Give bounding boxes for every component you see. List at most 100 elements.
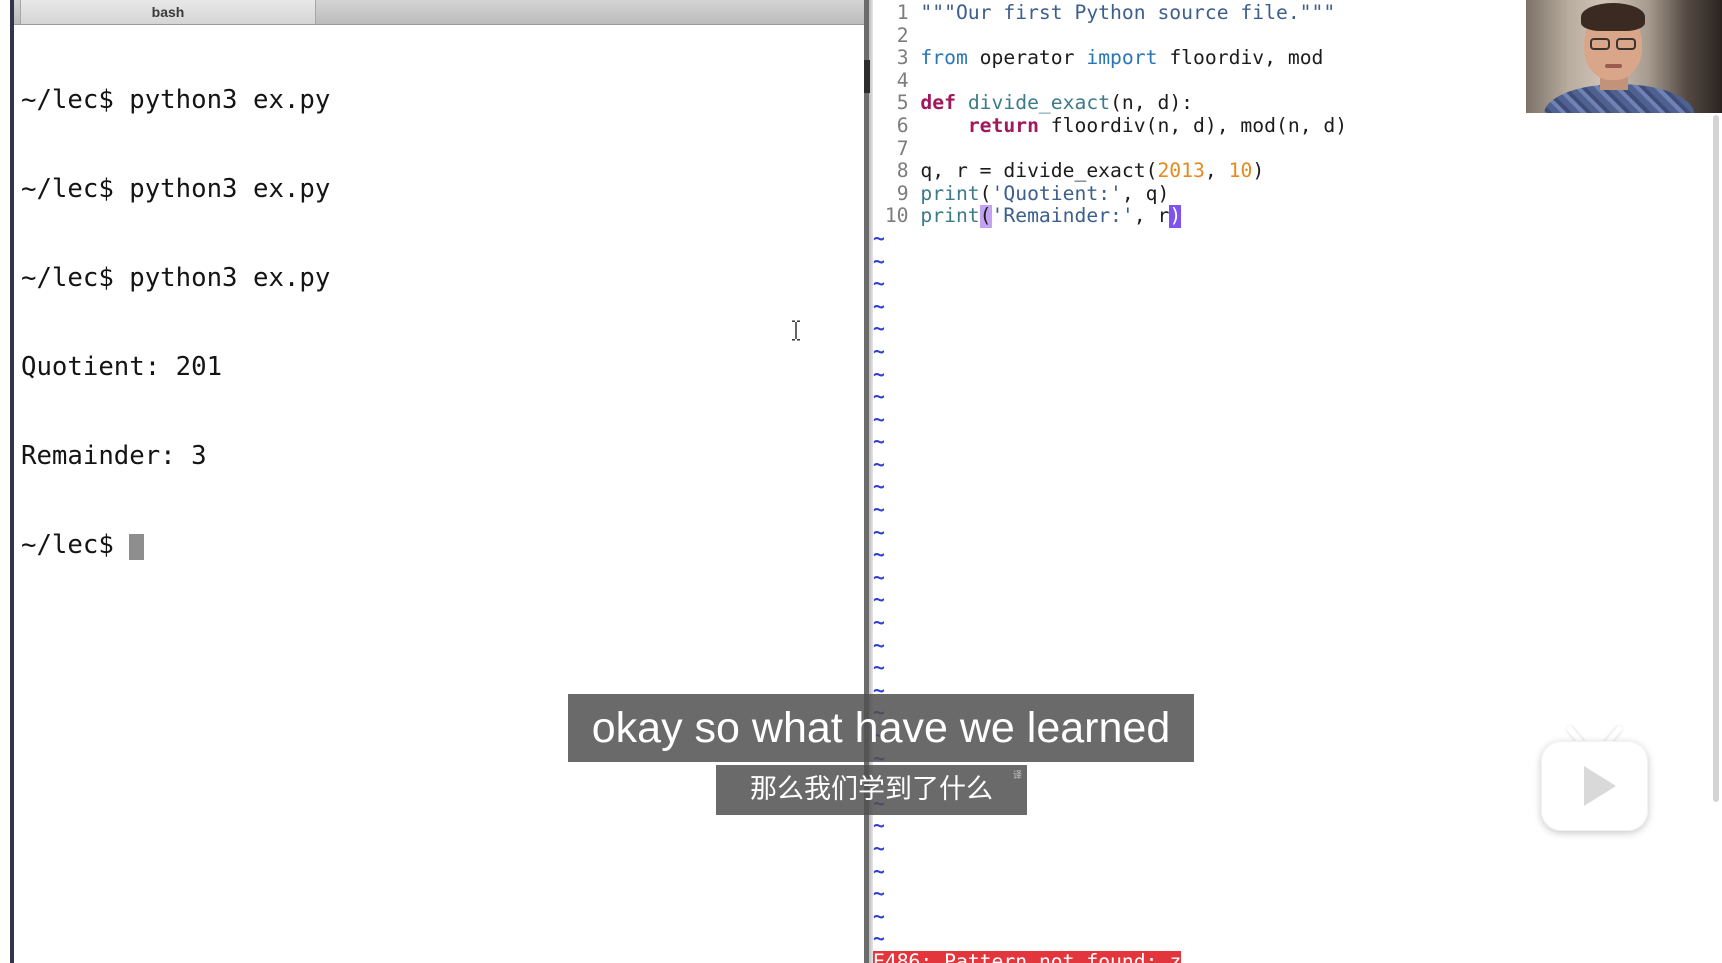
- line-number: 7: [896, 136, 909, 160]
- code-line[interactable]: 2: [873, 23, 1513, 48]
- terminal-tab-bar: bash: [14, 0, 864, 25]
- presenter-webcam-video: [1526, 0, 1722, 113]
- empty-line-tilde: ~: [873, 317, 885, 341]
- code-line[interactable]: 3 from operator import floordiv, mod: [873, 47, 1513, 70]
- code-text[interactable]: from operator import floordiv, mod: [920, 47, 1323, 70]
- line-number: 1: [896, 1, 909, 24]
- command-line[interactable]: E486: Pattern not found: z: [873, 950, 1513, 963]
- keyword-token: import: [1086, 46, 1158, 70]
- empty-line-tilde: ~: [873, 611, 885, 635]
- empty-line-tilde: ~: [873, 565, 885, 589]
- code-text[interactable]: def divide_exact (n, d):: [920, 92, 1193, 115]
- play-icon: [1584, 766, 1616, 806]
- empty-line-tilde: ~: [873, 498, 885, 522]
- terminal-output-line: ~/lec$ python3 ex.py: [21, 174, 331, 205]
- split-divider[interactable]: [864, 0, 873, 963]
- code-token: q, r = divide_exact(: [920, 159, 1158, 183]
- string-token: 'Remainder:': [991, 204, 1134, 228]
- code-token: (n, d):: [1110, 91, 1194, 115]
- subtitle-english: okay so what have we learned: [568, 694, 1194, 762]
- subtitle-chinese: 那么我们学到了什么: [750, 774, 993, 805]
- presenter-glasses-left: [1590, 38, 1610, 50]
- empty-line-tilde: ~: [873, 904, 885, 928]
- empty-line-tilde: ~: [873, 543, 885, 567]
- editor-buffer[interactable]: 1 """Our first Python source file.""" 2 …: [873, 1, 1513, 963]
- empty-line-tilde: ~: [873, 226, 885, 250]
- matching-paren-highlight: (: [979, 204, 992, 228]
- shell-prompt: ~/lec$: [21, 530, 114, 561]
- line-number: 10: [884, 204, 909, 228]
- code-line[interactable]: 9 print ( 'Quotient:' , q): [873, 181, 1513, 206]
- builtin-token: print: [920, 181, 980, 205]
- terminal-output-line: ~/lec$ python3 ex.py: [21, 85, 331, 116]
- code-token: floordiv(n, d), mod(n, d): [1038, 113, 1348, 137]
- code-text[interactable]: """Our first Python source file.""": [920, 1, 1336, 25]
- terminal-prompt-line[interactable]: ~/lec$: [21, 530, 851, 561]
- empty-line-tilde: ~: [873, 430, 885, 454]
- code-text[interactable]: print ( 'Remainder:' , r ): [920, 204, 1182, 228]
- empty-line-tilde: ~: [873, 814, 885, 838]
- code-token: , q): [1121, 181, 1170, 205]
- code-token: , r: [1133, 204, 1170, 228]
- code-line[interactable]: 8 q, r = divide_exact( 2013 , 10 ): [873, 160, 1513, 183]
- code-token: (: [979, 181, 992, 205]
- ibeam-cursor-icon: [792, 320, 800, 341]
- statement-token: return: [967, 113, 1039, 137]
- line-number: 2: [896, 23, 909, 47]
- code-line[interactable]: 10 print ( 'Remainder:' , r ): [873, 205, 1513, 228]
- docstring-token: """Our first Python source file.""": [920, 1, 1336, 24]
- empty-line-tilde: ~: [873, 407, 885, 431]
- empty-line-tilde: ~: [873, 362, 885, 386]
- play-button[interactable]: [1541, 724, 1649, 832]
- code-line[interactable]: 4: [873, 68, 1513, 93]
- terminal-pane[interactable]: bash ~/lec$ python3 ex.py ~/lec$ python3…: [14, 0, 864, 963]
- number-token: 10: [1228, 159, 1253, 183]
- code-line[interactable]: 5 def divide_exact (n, d):: [873, 92, 1513, 115]
- number-token: 2013: [1157, 159, 1205, 183]
- line-number: 3: [896, 46, 909, 70]
- empty-buffer-lines: ~~~~~~~~~~~~~~~~~~~~~~~~~~~~~~~~: [873, 226, 1513, 951]
- empty-line-tilde: ~: [873, 272, 885, 296]
- editor-scrollbar-thumb[interactable]: [1713, 115, 1719, 802]
- code-token: ,: [1204, 159, 1229, 183]
- code-line[interactable]: 7: [873, 136, 1513, 161]
- presenter-glasses-right: [1616, 38, 1636, 50]
- empty-line-tilde: ~: [873, 633, 885, 657]
- terminal-block-cursor: [129, 534, 145, 561]
- indent-token: [920, 115, 967, 138]
- builtin-token: print: [920, 204, 980, 228]
- code-text[interactable]: return floordiv(n, d), mod(n, d): [920, 113, 1348, 138]
- code-line[interactable]: 1 """Our first Python source file.""": [873, 1, 1513, 25]
- subtitle-chinese-box: 那么我们学到了什么 译: [716, 765, 1027, 815]
- empty-line-tilde: ~: [873, 475, 885, 499]
- tab-bash[interactable]: bash: [20, 0, 316, 24]
- line-number: 8: [896, 159, 909, 183]
- translation-badge: 译: [1013, 771, 1023, 781]
- function-name-token: divide_exact: [967, 91, 1111, 115]
- line-number: 6: [896, 113, 909, 137]
- empty-line-tilde: ~: [873, 859, 885, 883]
- line-number: 9: [896, 181, 909, 205]
- code-token: ): [1252, 159, 1265, 183]
- empty-line-tilde: ~: [873, 656, 885, 680]
- empty-line-tilde: ~: [873, 836, 885, 860]
- code-line[interactable]: 6 return floordiv(n, d), mod(n, d): [873, 113, 1513, 138]
- presenter-hair: [1581, 3, 1645, 31]
- split-divider-grip[interactable]: [864, 60, 870, 93]
- terminal-output[interactable]: ~/lec$ python3 ex.py ~/lec$ python3 ex.p…: [21, 27, 851, 620]
- code-text[interactable]: print ( 'Quotient:' , q): [920, 181, 1170, 206]
- terminal-output-line: Quotient: 201: [21, 352, 223, 383]
- empty-line-tilde: ~: [873, 249, 885, 273]
- code-token: operator: [967, 46, 1087, 70]
- line-number: 4: [896, 68, 909, 92]
- statement-token: def: [920, 91, 956, 115]
- empty-line-tilde: ~: [873, 882, 885, 906]
- error-message: E486: Pattern not found: z: [873, 950, 1182, 963]
- line-number: 5: [896, 91, 909, 115]
- code-text[interactable]: q, r = divide_exact( 2013 , 10 ): [920, 160, 1264, 183]
- empty-line-tilde: ~: [873, 385, 885, 409]
- code-token: floordiv, mod: [1157, 46, 1324, 70]
- terminal-output-line: Remainder: 3: [21, 441, 207, 472]
- empty-line-tilde: ~: [873, 927, 885, 951]
